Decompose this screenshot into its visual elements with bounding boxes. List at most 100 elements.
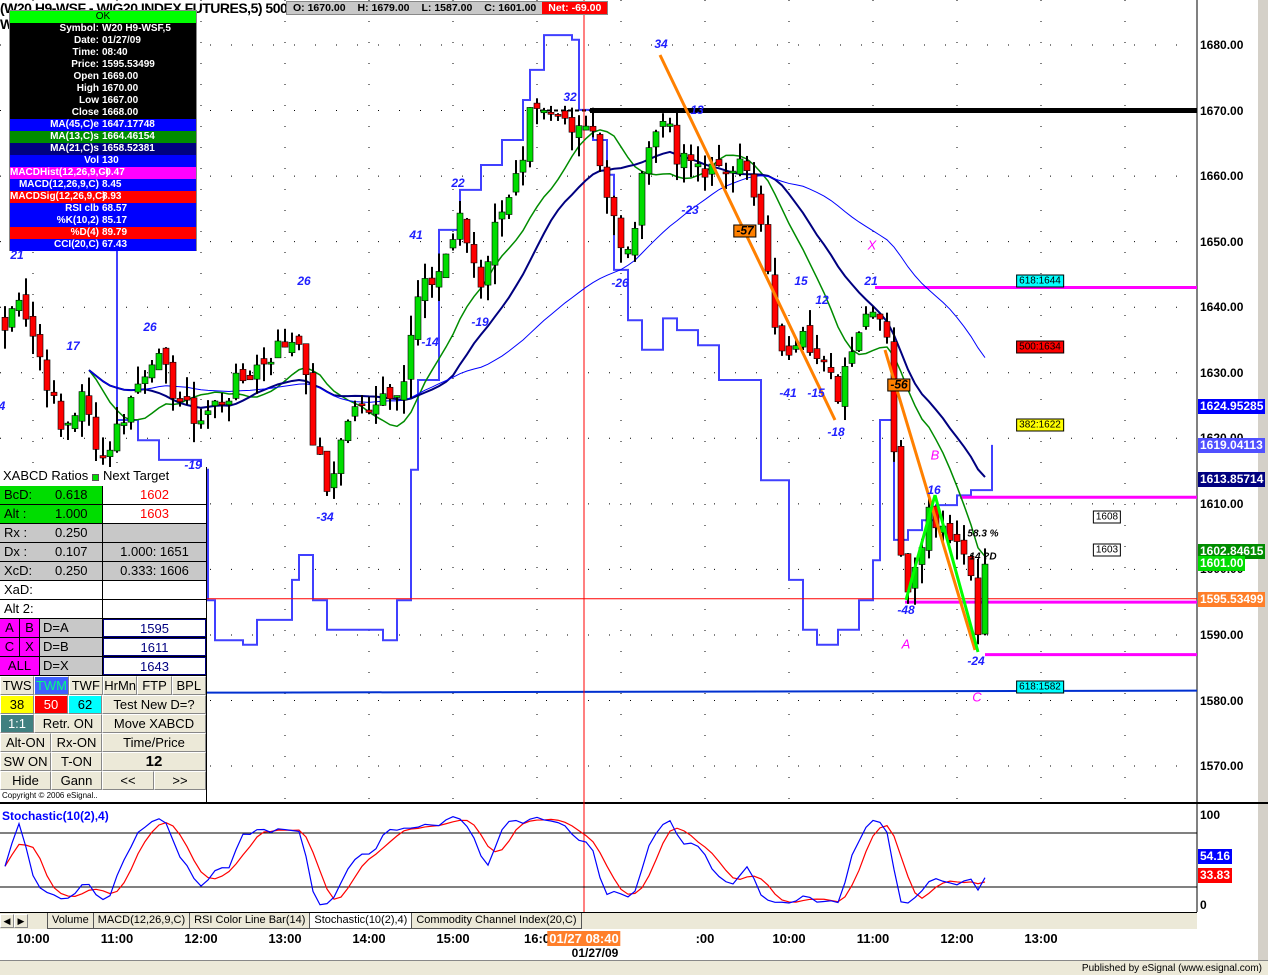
data-label: MACDSig(12,26,9,C) [10,191,106,202]
data-label: Time: [72,47,100,58]
bpl-button[interactable]: BPL [171,676,206,695]
point-button-c[interactable]: C [0,638,20,656]
candle-body [92,416,100,450]
all-button[interactable]: ALL [0,657,40,675]
candle-body [120,422,128,426]
tab-commodity-channel-index[interactable]: Commodity Channel Index(20,C) [411,913,582,929]
t-on-button[interactable]: T-ON [51,752,102,771]
alt-on-button[interactable]: Alt-ON [0,733,51,752]
candle-body [183,396,191,401]
candle-body [8,308,16,328]
data-label: High [76,83,99,94]
gann-button[interactable]: Gann [51,771,102,790]
twf-button[interactable]: TWF [68,676,103,695]
candle-body [302,343,310,375]
tab-volume[interactable]: Volume [47,913,94,929]
test-new-d-button[interactable]: Test New D=? [102,695,206,714]
data-label: Open [73,71,99,82]
ratio-target [103,581,206,599]
number-field[interactable]: 12 [102,752,206,771]
candle-body [736,158,744,175]
data-value: 1667.00 [102,95,139,106]
candle-body [316,446,324,455]
data-value: 67.43 [102,239,128,250]
ratio-target [103,600,206,618]
candle-body [463,218,471,244]
candle-body [498,211,506,220]
sw-on-button[interactable]: SW ON [0,752,51,771]
candle-body [372,404,380,415]
candle-body [162,347,170,365]
candle-body [484,261,492,286]
point-button-a[interactable]: A [0,619,20,637]
prev-button[interactable]: << [102,771,154,790]
data-label: Low [79,95,99,106]
data-label: Symbol: [59,23,99,34]
time-tick: 13:00 [1024,931,1058,946]
fib-62-button[interactable]: 62 [68,695,102,714]
candle-body [876,313,884,320]
candle-body [512,173,520,193]
hrmn-button[interactable]: HrMn [102,676,138,695]
stoch-tick: 100 [1200,808,1221,822]
swing-label: -23 [681,203,699,217]
scroll-right-button[interactable]: ▶ [14,914,28,928]
price-tick: 1660.00 [1200,169,1244,184]
d-projection-label: 14 ?D [969,551,997,563]
candle-body [575,125,583,138]
ratio-row: Alt 2: [0,600,206,619]
point-button-b[interactable]: B [20,619,40,637]
candle-body [428,277,436,285]
next-target-label: Next Target [103,468,170,483]
candle-body [442,253,450,279]
fib-target-box: 618:1644 [1016,274,1064,288]
candle-body [407,334,415,380]
candle-body [953,533,961,542]
swing-label: -14 [421,335,439,349]
rx-on-button[interactable]: Rx-ON [51,733,102,752]
ratio-name: XaD: [0,581,55,599]
toggle-checkbox[interactable] [92,474,99,481]
time-price-button[interactable]: Time/Price [102,733,206,752]
candle-body [267,361,275,365]
next-button[interactable]: >> [154,771,206,790]
fib-38-button[interactable]: 38 [0,695,34,714]
tab-rsi-color-line-bar[interactable]: RSI Color Line Bar(14) [189,913,311,929]
ratio-row: Alt :1.000 1603 [0,505,206,524]
candle-body [960,539,968,555]
pattern-point-label: X [867,237,877,253]
time-tick: 11:00 [100,931,134,946]
data-label: Vol [84,155,99,166]
candle-body [890,341,898,453]
fib-50-button[interactable]: 50 [34,695,68,714]
tab-stochastic[interactable]: Stochastic(10(2),4) [309,913,413,929]
candle-body [218,401,226,406]
hide-button[interactable]: Hide [0,771,51,790]
retr-on-button[interactable]: Retr. ON [34,714,102,733]
indicator-tabs: ◀ ▶ Volume MACD(12,26,9,C) RSI Color Line … [0,912,1197,929]
ok-button[interactable]: OK [10,11,196,23]
candle-body [155,353,163,371]
data-value: 1658.52381 [102,143,155,154]
price-tick: 1640.00 [1200,300,1244,315]
one-to-one-button[interactable]: 1:1 [0,714,34,733]
ratio-value: 0.618 [55,486,103,504]
ftp-button[interactable]: FTP [137,676,172,695]
point-button-x[interactable]: X [20,638,40,656]
candle-body [806,325,814,353]
scroll-left-button[interactable]: ◀ [0,914,14,928]
tab-macd[interactable]: MACD(12,26,9,C) [92,913,191,929]
d-row: ALL D=X 1643 [0,657,206,676]
status-bar: Published by eSignal (www.esignal.com) [0,960,1268,975]
candle-body [505,197,513,215]
tws-button[interactable]: TWS [0,676,35,695]
move-xabcd-button[interactable]: Move XABCD [102,714,206,733]
swing-label: 26 [297,274,311,288]
candle-body [204,410,212,415]
twm-button[interactable]: TWM [34,676,69,695]
candle-body [673,124,681,165]
data-window-row: RSI clb 68.57 [10,203,196,215]
candle-body [743,160,751,171]
net-change: Net: -69.00 [542,2,608,14]
candle-body [820,359,828,363]
